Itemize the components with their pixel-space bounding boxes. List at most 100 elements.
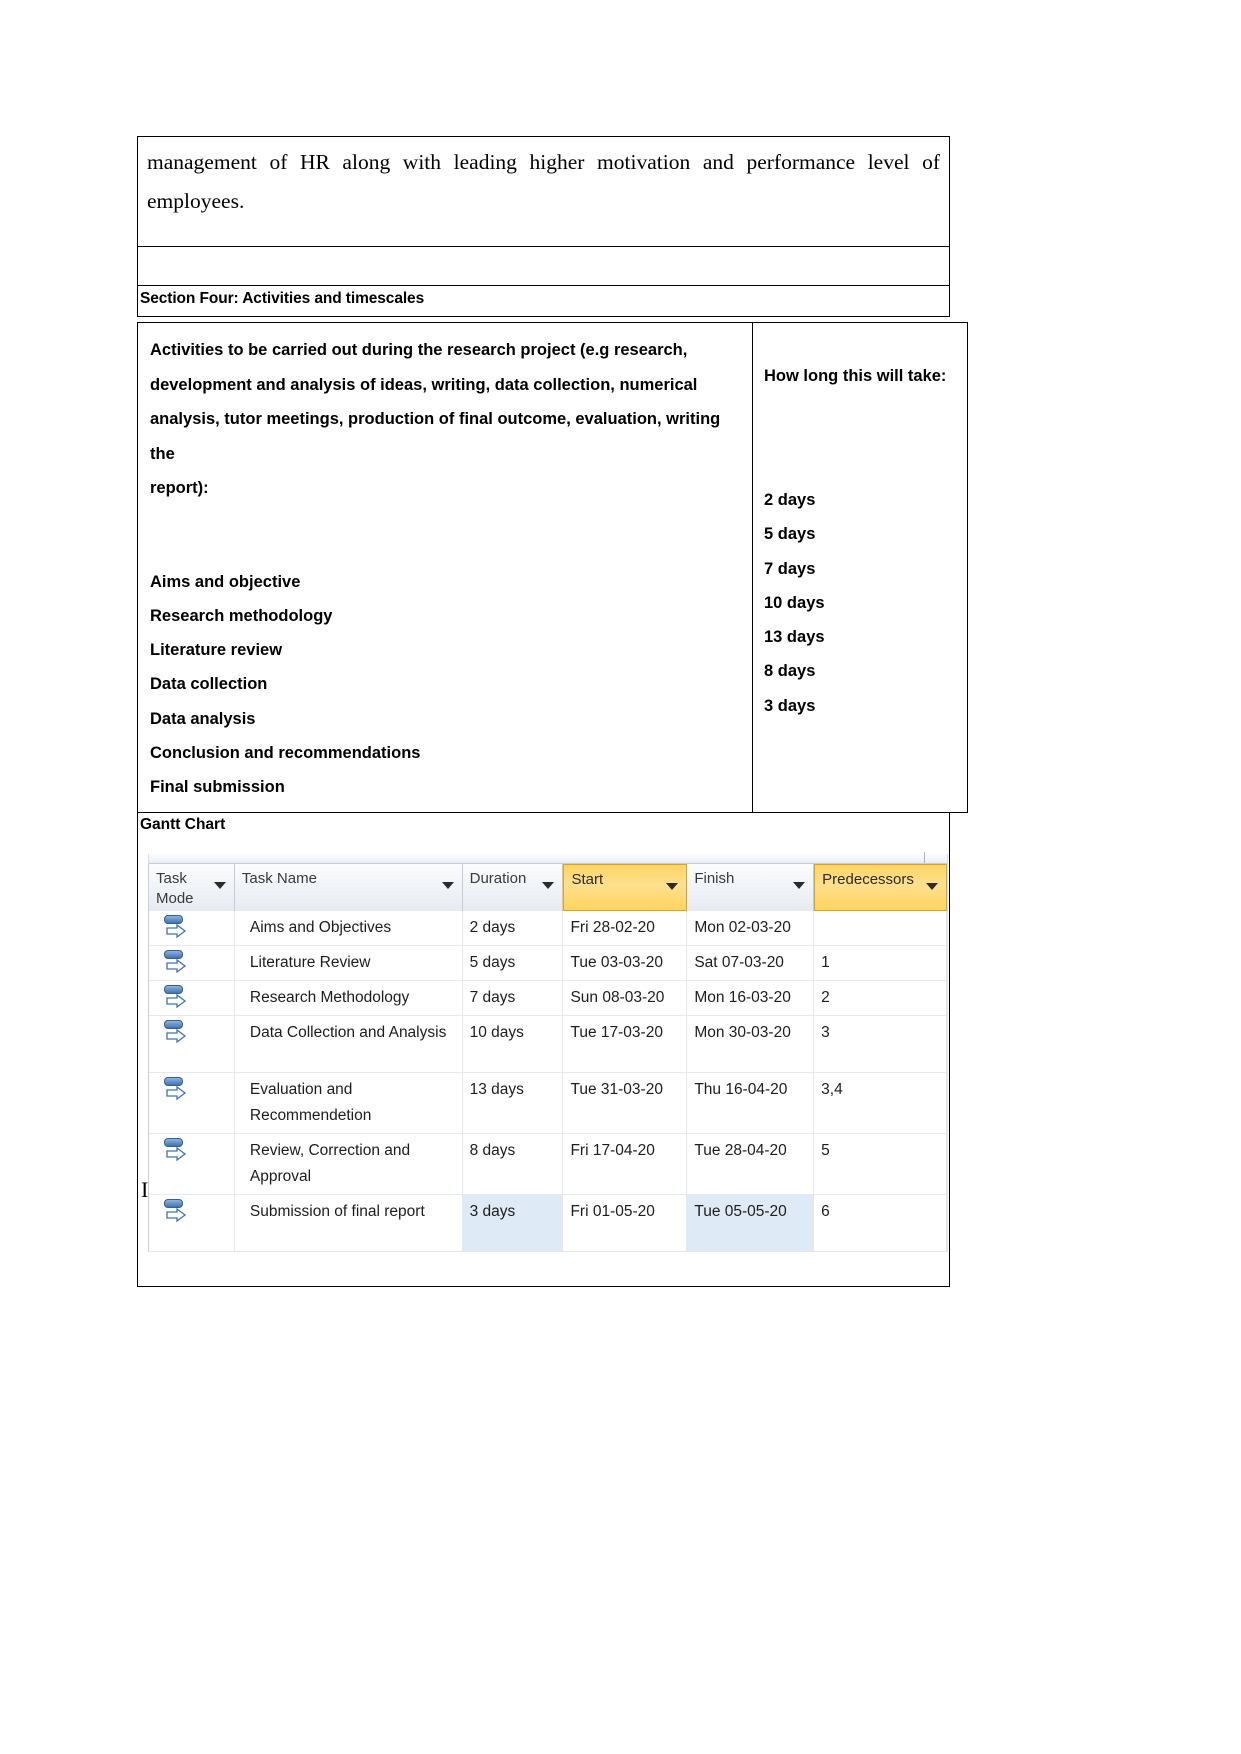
table-row[interactable]: Review, Correction and Approval 8 days F… <box>149 1134 947 1195</box>
activities-header-line-3: analysis, tutor meetings, production of … <box>150 410 721 463</box>
activities-list: Aims and objective Research methodology … <box>150 565 740 805</box>
column-header-label: Predecessors <box>822 871 914 888</box>
cell-predecessors[interactable]: 1 <box>814 946 947 980</box>
duration-item: 13 days <box>764 628 825 647</box>
auto-scheduled-icon <box>163 915 189 938</box>
column-header-finish[interactable]: Finish <box>687 864 815 911</box>
cell-duration[interactable]: 5 days <box>463 946 564 980</box>
cell-task-name[interactable]: Research Methodology <box>235 981 463 1015</box>
activities-column: Activities to be carried out during the … <box>138 323 753 812</box>
auto-scheduled-icon <box>163 1199 189 1222</box>
cell-finish[interactable]: Tue 05-05-20 <box>687 1195 815 1251</box>
column-header-label: Duration <box>469 870 527 887</box>
duration-item: 2 days <box>764 491 816 509</box>
document-outer-table: management of HR along with leading high… <box>137 136 950 317</box>
section-heading-cell: Section Four: Activities and timescales <box>138 286 949 317</box>
task-grid-header-row: Task Mode Task Name Duration Start Finis… <box>149 864 947 911</box>
filter-dropdown-icon[interactable] <box>542 882 555 889</box>
filter-dropdown-icon[interactable] <box>666 883 679 890</box>
cell-task-name[interactable]: Data Collection and Analysis <box>235 1016 463 1072</box>
column-header-start[interactable]: Start <box>563 864 688 911</box>
cell-finish[interactable]: Thu 16-04-20 <box>687 1073 815 1133</box>
cell-duration[interactable]: 10 days <box>463 1016 564 1072</box>
cell-task-mode[interactable] <box>149 946 235 980</box>
paragraph-cell: management of HR along with leading high… <box>138 137 949 247</box>
task-grid: Task Mode Task Name Duration Start Finis… <box>148 864 948 1252</box>
cell-task-mode[interactable] <box>149 1073 235 1133</box>
duration-column-header: How long this will take: <box>764 367 947 385</box>
column-header-duration[interactable]: Duration <box>462 864 564 911</box>
duration-column: How long this will take: 2 days 5 days 7… <box>753 323 967 812</box>
cell-start[interactable]: Sun 08-03-20 <box>563 981 688 1015</box>
cell-duration[interactable]: 7 days <box>463 981 564 1015</box>
table-row[interactable]: Data Collection and Analysis 10 days Tue… <box>149 1016 947 1073</box>
cell-task-name[interactable]: Submission of final report <box>235 1195 463 1251</box>
activity-item: Data analysis <box>150 709 256 728</box>
cell-task-name[interactable]: Review, Correction and Approval <box>235 1134 463 1194</box>
empty-spacer-row <box>138 247 949 286</box>
grid-top-bar <box>148 852 948 864</box>
table-row[interactable]: Research Methodology 7 days Sun 08-03-20… <box>149 981 947 1016</box>
duration-item: 10 days <box>764 593 825 612</box>
duration-item: 5 days <box>764 525 816 544</box>
cell-finish[interactable]: Mon 16-03-20 <box>687 981 815 1015</box>
cell-finish[interactable]: Mon 02-03-20 <box>687 911 815 945</box>
auto-scheduled-icon <box>163 1020 189 1043</box>
cell-predecessors[interactable]: 3 <box>814 1016 947 1072</box>
filter-dropdown-icon[interactable] <box>441 882 454 889</box>
table-row[interactable]: Literature Review 5 days Tue 03-03-20 Sa… <box>149 946 947 981</box>
cell-task-name[interactable]: Literature Review <box>235 946 463 980</box>
cell-finish[interactable]: Sat 07-03-20 <box>687 946 815 980</box>
activity-item: Research methodology <box>150 606 333 625</box>
gantt-chart-label: Gantt Chart <box>140 816 226 833</box>
body-paragraph: management of HR along with leading high… <box>147 150 940 213</box>
cell-task-name[interactable]: Evaluation and Recommendetion <box>235 1073 463 1133</box>
cell-duration[interactable]: 2 days <box>463 911 564 945</box>
column-header-predecessors[interactable]: Predecessors <box>814 864 947 911</box>
cell-predecessors[interactable]: 2 <box>814 981 947 1015</box>
cell-finish[interactable]: Tue 28-04-20 <box>687 1134 815 1194</box>
table-row[interactable]: Aims and Objectives 2 days Fri 28-02-20 … <box>149 911 947 946</box>
cell-start[interactable]: Tue 17-03-20 <box>563 1016 688 1072</box>
activity-item: Conclusion and recommendations <box>150 743 421 762</box>
filter-dropdown-icon[interactable] <box>793 882 806 889</box>
column-header-task-name[interactable]: Task Name <box>234 864 463 911</box>
column-header-task-mode[interactable]: Task Mode <box>149 864 235 911</box>
filter-dropdown-icon[interactable] <box>213 882 226 889</box>
cell-start[interactable]: Tue 03-03-20 <box>563 946 688 980</box>
cell-duration[interactable]: 3 days <box>462 1195 564 1251</box>
activity-item: Aims and objective <box>150 572 301 591</box>
activity-item: Literature review <box>150 641 283 660</box>
cell-task-mode[interactable] <box>149 1016 235 1072</box>
cell-duration[interactable]: 13 days <box>463 1073 564 1133</box>
cell-start[interactable]: Tue 31-03-20 <box>563 1073 688 1133</box>
cell-task-mode[interactable] <box>149 981 235 1015</box>
auto-scheduled-icon <box>163 1138 189 1161</box>
filter-dropdown-icon[interactable] <box>926 883 938 890</box>
cell-start[interactable]: Fri 28-02-20 <box>563 911 688 945</box>
cell-start[interactable]: Fri 17-04-20 <box>563 1134 688 1194</box>
table-row[interactable]: Submission of final report 3 days Fri 01… <box>149 1195 947 1251</box>
cell-task-mode[interactable] <box>149 911 235 945</box>
auto-scheduled-icon <box>163 950 189 973</box>
auto-scheduled-icon <box>163 1077 189 1100</box>
cell-duration[interactable]: 8 days <box>463 1134 564 1194</box>
section-heading: Section Four: Activities and timescales <box>140 290 425 307</box>
cell-predecessors[interactable]: 5 <box>814 1134 947 1194</box>
cell-predecessors[interactable]: 6 <box>814 1195 947 1251</box>
cell-predecessors[interactable] <box>814 911 947 945</box>
cell-task-name[interactable]: Aims and Objectives <box>235 911 463 945</box>
duration-item: 3 days <box>764 696 816 715</box>
duration-list: 2 days 5 days 7 days 10 days 13 days 8 d… <box>764 483 967 723</box>
cell-predecessors[interactable]: 3,4 <box>814 1073 947 1133</box>
activities-timescales-table: Activities to be carried out during the … <box>137 322 968 813</box>
auto-scheduled-icon <box>163 985 189 1008</box>
cell-task-mode[interactable] <box>149 1195 235 1251</box>
cell-start[interactable]: Fri 01-05-20 <box>563 1195 688 1251</box>
duration-item: 7 days <box>764 559 816 578</box>
cell-task-mode[interactable] <box>149 1134 235 1194</box>
ms-project-task-grid: Task Mode Task Name Duration Start Finis… <box>148 852 948 1252</box>
cell-finish[interactable]: Mon 30-03-20 <box>687 1016 815 1072</box>
table-row[interactable]: Evaluation and Recommendetion 13 days Tu… <box>149 1073 947 1134</box>
activity-item: Data collection <box>150 675 268 694</box>
